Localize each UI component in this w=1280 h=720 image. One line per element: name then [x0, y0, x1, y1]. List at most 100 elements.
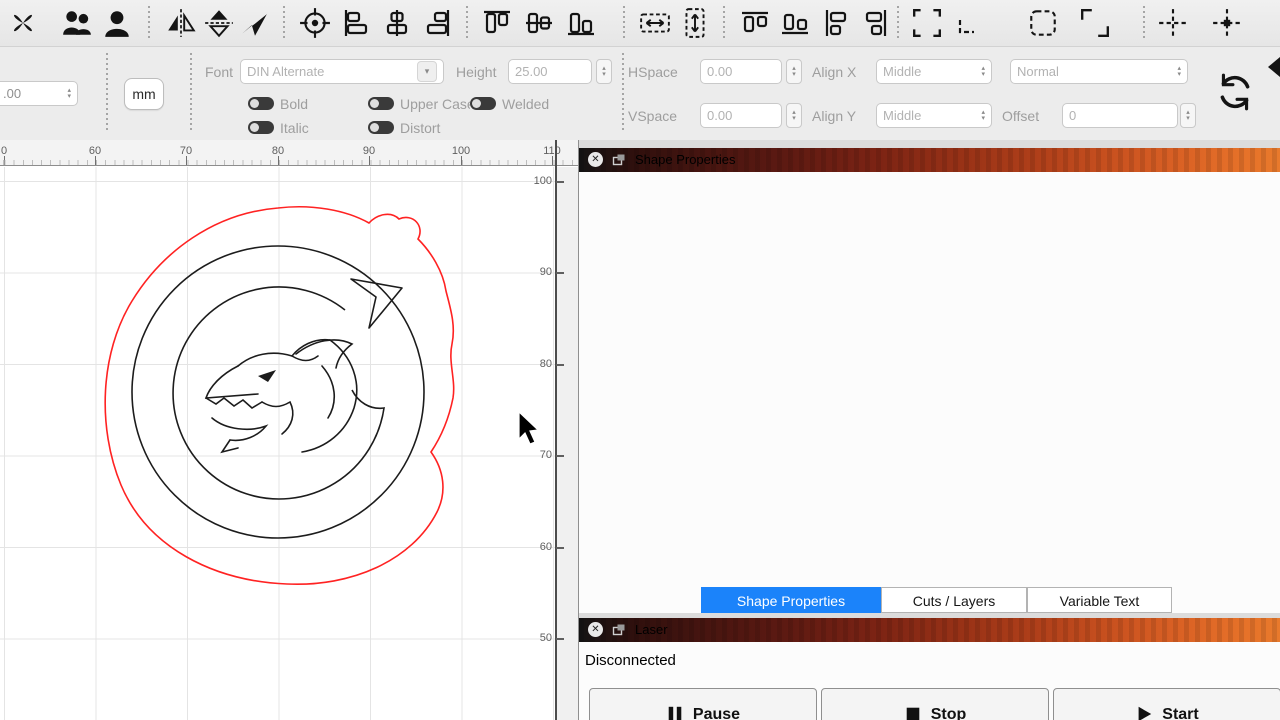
- button-label: Stop: [931, 706, 967, 720]
- distort-toggle[interactable]: [368, 121, 394, 134]
- partial-icon[interactable]: [1266, 55, 1280, 84]
- toolbar-separator: [623, 6, 625, 40]
- main-toolbar: [0, 0, 1280, 47]
- red-offset-path: [105, 207, 454, 584]
- upper-case-toggle[interactable]: [368, 97, 394, 110]
- start-icon: [1135, 704, 1153, 720]
- hspace-field[interactable]: 0.00: [700, 59, 782, 84]
- font-label: Font: [205, 63, 233, 81]
- float-icon[interactable]: [612, 623, 626, 637]
- align-x-label: Align X: [812, 63, 856, 81]
- tab-variable-text[interactable]: Variable Text: [1027, 587, 1172, 613]
- mouse-cursor-icon: [519, 412, 538, 444]
- updown-chevrons-icon: ▴▾: [981, 66, 985, 78]
- chevron-down-icon[interactable]: ▾: [417, 61, 437, 82]
- button-label: Start: [1162, 706, 1198, 720]
- dock-panels: ✕ Shape Properties Shape Properties Cuts…: [578, 140, 1280, 720]
- float-icon[interactable]: [612, 153, 626, 167]
- align-x-value: Middle: [883, 64, 921, 79]
- stop-button[interactable]: Stop: [821, 688, 1049, 720]
- bold-toggle[interactable]: [248, 97, 274, 110]
- tab-cuts-layers[interactable]: Cuts / Layers: [881, 587, 1027, 613]
- height-label: Height: [456, 63, 496, 81]
- font-select[interactable]: DIN Alternate ▾: [240, 59, 444, 84]
- canvas-workspace[interactable]: 0 60 70 80 90 100 110 100 90 80 70 60 50: [0, 140, 578, 720]
- corner-pair-icon[interactable]: [1076, 4, 1114, 42]
- move-horizontal-icon[interactable]: [636, 4, 674, 42]
- units-button[interactable]: mm: [124, 78, 164, 110]
- style-select[interactable]: Normal ▴▾: [1010, 59, 1188, 84]
- vspace-field[interactable]: 0.00: [700, 103, 782, 128]
- offset-stepper[interactable]: ▴▾: [1180, 103, 1196, 128]
- flip-vertical-icon[interactable]: [200, 4, 238, 42]
- sync-arrows-icon[interactable]: [1214, 71, 1256, 118]
- offset-value: 0: [1069, 108, 1076, 123]
- left-spin-stepper[interactable]: ▴▾: [67, 88, 71, 100]
- close-icon[interactable]: ✕: [588, 152, 603, 167]
- align-center-vertical-icon[interactable]: [520, 4, 558, 42]
- updown-chevrons-icon: ▴▾: [981, 110, 985, 122]
- frame-corners-icon[interactable]: [908, 4, 946, 42]
- left-spin-field[interactable]: .00 ▴▾: [0, 81, 78, 106]
- updown-chevrons-icon: ▴▾: [1177, 66, 1181, 78]
- welded-label: Welded: [502, 95, 549, 113]
- toolbar-separator: [283, 6, 285, 40]
- align-center-horizontal-icon[interactable]: [378, 4, 416, 42]
- move-to-position-icon[interactable]: [296, 4, 334, 42]
- mirror-diagonal-icon[interactable]: [236, 4, 274, 42]
- crosshair-dashed-icon[interactable]: [1154, 4, 1192, 42]
- align-y-select[interactable]: Middle ▴▾: [876, 103, 992, 128]
- hspace-label: HSpace: [628, 63, 678, 81]
- align-x-select[interactable]: Middle ▴▾: [876, 59, 992, 84]
- pause-button[interactable]: Pause: [589, 688, 817, 720]
- dashed-frame-icon[interactable]: [1024, 4, 1062, 42]
- toolbar-separator: [897, 6, 899, 40]
- left-spin-value: .00: [3, 86, 21, 101]
- distribute-right-icon[interactable]: [856, 4, 894, 42]
- hspace-stepper[interactable]: ▴▾: [786, 59, 802, 84]
- corner-bracket-icon[interactable]: [948, 4, 986, 42]
- vspace-stepper[interactable]: ▴▾: [786, 103, 802, 128]
- toolbar-separator: [190, 53, 192, 133]
- height-field[interactable]: 25.00: [508, 59, 592, 84]
- move-vertical-icon[interactable]: [676, 4, 714, 42]
- person-icon[interactable]: [98, 4, 136, 42]
- toolbar-separator: [106, 53, 108, 133]
- style-value: Normal: [1017, 64, 1059, 79]
- distribute-left-icon[interactable]: [818, 4, 856, 42]
- toolbar-separator: [466, 6, 468, 40]
- italic-toggle[interactable]: [248, 121, 274, 134]
- align-y-label: Align Y: [812, 107, 856, 125]
- toolbar-separator: [1143, 6, 1145, 40]
- shape-properties-titlebar[interactable]: ✕ Shape Properties: [579, 148, 1280, 172]
- height-value: 25.00: [515, 64, 548, 79]
- panel-title: Laser: [635, 618, 668, 642]
- italic-label: Italic: [280, 119, 309, 137]
- distribute-top-icon[interactable]: [736, 4, 774, 42]
- height-stepper[interactable]: ▴▾: [596, 59, 612, 84]
- group-people-icon[interactable]: [58, 4, 96, 42]
- toolbar-separator: [622, 53, 624, 133]
- flip-horizontal-icon[interactable]: [162, 4, 200, 42]
- hspace-value: 0.00: [707, 64, 732, 79]
- laser-status: Disconnected: [585, 652, 676, 669]
- laser-titlebar[interactable]: ✕ Laser: [579, 618, 1280, 642]
- tab-shape-properties[interactable]: Shape Properties: [701, 587, 881, 613]
- tools-icon[interactable]: [4, 4, 42, 42]
- offset-field[interactable]: 0: [1062, 103, 1178, 128]
- crosshair-center-icon[interactable]: [1208, 4, 1246, 42]
- align-bottom-icon[interactable]: [562, 4, 600, 42]
- toolbar-separator: [148, 6, 150, 40]
- align-left-icon[interactable]: [338, 4, 376, 42]
- offset-label: Offset: [1002, 107, 1039, 125]
- align-y-value: Middle: [883, 108, 921, 123]
- vspace-value: 0.00: [707, 108, 732, 123]
- shape-properties-content: [579, 172, 1280, 587]
- button-label: Pause: [693, 706, 740, 720]
- align-right-icon[interactable]: [418, 4, 456, 42]
- welded-toggle[interactable]: [470, 97, 496, 110]
- close-icon[interactable]: ✕: [588, 622, 603, 637]
- distribute-bottom-icon[interactable]: [776, 4, 814, 42]
- start-button[interactable]: Start: [1053, 688, 1280, 720]
- align-top-icon[interactable]: [478, 4, 516, 42]
